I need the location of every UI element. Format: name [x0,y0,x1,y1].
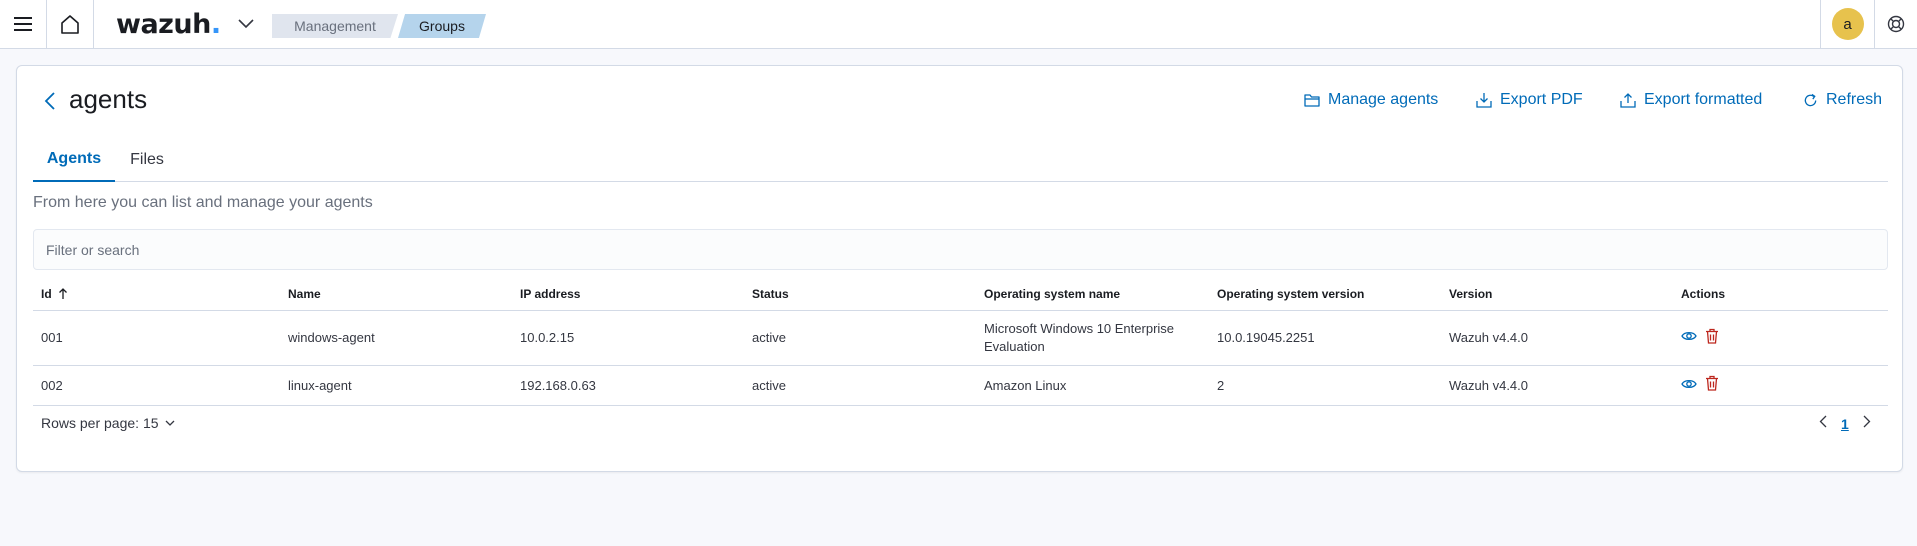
help-button[interactable] [1874,0,1917,48]
home-icon [61,15,79,34]
sort-ascending-icon [58,287,68,300]
app-menu-toggle[interactable] [232,0,260,48]
search-input[interactable] [46,241,1887,258]
help-icon [1887,15,1905,33]
agents-panel: agents Manage agents Export PDF Export f… [16,65,1903,472]
cell-id: 002 [41,377,63,393]
table-row[interactable]: 001 windows-agent 10.0.2.15 active Micro… [33,311,1888,366]
trash-icon [1706,328,1718,344]
tab-agents[interactable]: Agents [33,137,115,182]
agents-table: Id Name IP address Status Operating syst… [33,276,1888,406]
manage-agents-label: Manage agents [1328,91,1439,108]
delete-agent-button[interactable] [1705,375,1719,396]
view-agent-button[interactable] [1681,329,1697,347]
trash-icon [1706,375,1718,391]
column-header-os-name[interactable]: Operating system name [984,276,1199,311]
export-icon [1620,93,1636,108]
column-header-id[interactable]: Id [41,276,68,311]
export-pdf-button[interactable]: Export PDF [1476,89,1583,111]
search-bar[interactable] [33,229,1888,270]
cell-ip: 192.168.0.63 [520,377,596,393]
logo-dot: . [210,8,221,40]
cell-os-version: 2 [1217,377,1225,393]
cell-id: 001 [41,330,63,345]
delete-agent-button[interactable] [1705,328,1719,349]
top-header: wazuh. Management Groups a [0,0,1917,49]
previous-page-button[interactable] [1819,415,1827,433]
column-header-ip[interactable]: IP address [520,276,580,311]
cell-status: active [752,330,786,345]
cell-os-version: 10.0.19045.2251 [1217,330,1315,345]
export-formatted-label: Export formatted [1644,91,1763,108]
table-row[interactable]: 002 linux-agent 192.168.0.63 active Amaz… [33,366,1888,406]
column-header-label: Id [41,286,52,301]
logo-text: wazuh [116,8,211,40]
cell-version: Wazuh v4.4.0 [1449,330,1529,345]
chevron-down-icon [238,19,254,29]
rows-per-page-selector[interactable]: Rows per page: 15 [41,415,175,431]
back-button[interactable] [37,86,63,116]
home-button[interactable] [46,0,94,48]
column-header-os-version[interactable]: Operating system version [1217,276,1364,311]
refresh-button[interactable]: Refresh [1803,89,1882,111]
table-header: Id Name IP address Status Operating syst… [33,276,1888,311]
folder-icon [1304,94,1320,107]
refresh-label: Refresh [1826,91,1883,108]
cell-actions [1681,366,1719,405]
wazuh-logo[interactable]: wazuh. [116,0,221,48]
column-header-name[interactable]: Name [288,276,321,311]
export-formatted-button[interactable]: Export formatted [1620,89,1762,111]
page-title: agents [69,84,148,114]
eye-icon [1681,379,1697,388]
tab-bar: Agents Files [33,137,1888,182]
next-page-button[interactable] [1863,415,1871,433]
menu-button[interactable] [0,0,46,48]
page-number-button[interactable]: 1 [1841,416,1849,432]
breadcrumb-groups[interactable]: Groups [398,14,486,38]
tab-files[interactable]: Files [115,137,179,182]
cell-name: linux-agent [288,377,352,393]
cell-os-name: Microsoft Windows 10 Enterprise Evaluati… [984,321,1175,354]
refresh-icon [1804,93,1817,106]
page-description: From here you can list and manage your a… [33,194,373,211]
cell-ip: 10.0.2.15 [520,330,575,345]
arrow-left-icon [44,92,55,110]
cell-actions [1681,311,1719,365]
rows-per-page-label: Rows per page: 15 [41,415,159,431]
user-menu[interactable]: a [1820,0,1874,48]
column-header-actions: Actions [1681,286,1726,301]
pagination: 1 [1819,415,1871,433]
chevron-right-icon [1863,415,1871,428]
eye-icon [1681,331,1697,341]
cell-os-name: Amazon Linux [984,377,1067,393]
avatar[interactable]: a [1831,8,1864,40]
export-pdf-label: Export PDF [1500,91,1583,108]
manage-agents-button[interactable]: Manage agents [1304,89,1438,111]
cell-status: active [752,377,786,393]
chevron-left-icon [1819,415,1827,428]
export-pdf-icon [1476,93,1492,108]
column-header-status[interactable]: Status [752,276,789,311]
cell-version: Wazuh v4.4.0 [1449,377,1529,393]
cell-name: windows-agent [288,330,375,345]
column-header-version[interactable]: Version [1449,276,1492,311]
breadcrumb-management[interactable]: Management [272,14,398,38]
menu-icon [14,17,32,31]
view-agent-button[interactable] [1681,377,1697,395]
chevron-down-icon [165,420,174,426]
